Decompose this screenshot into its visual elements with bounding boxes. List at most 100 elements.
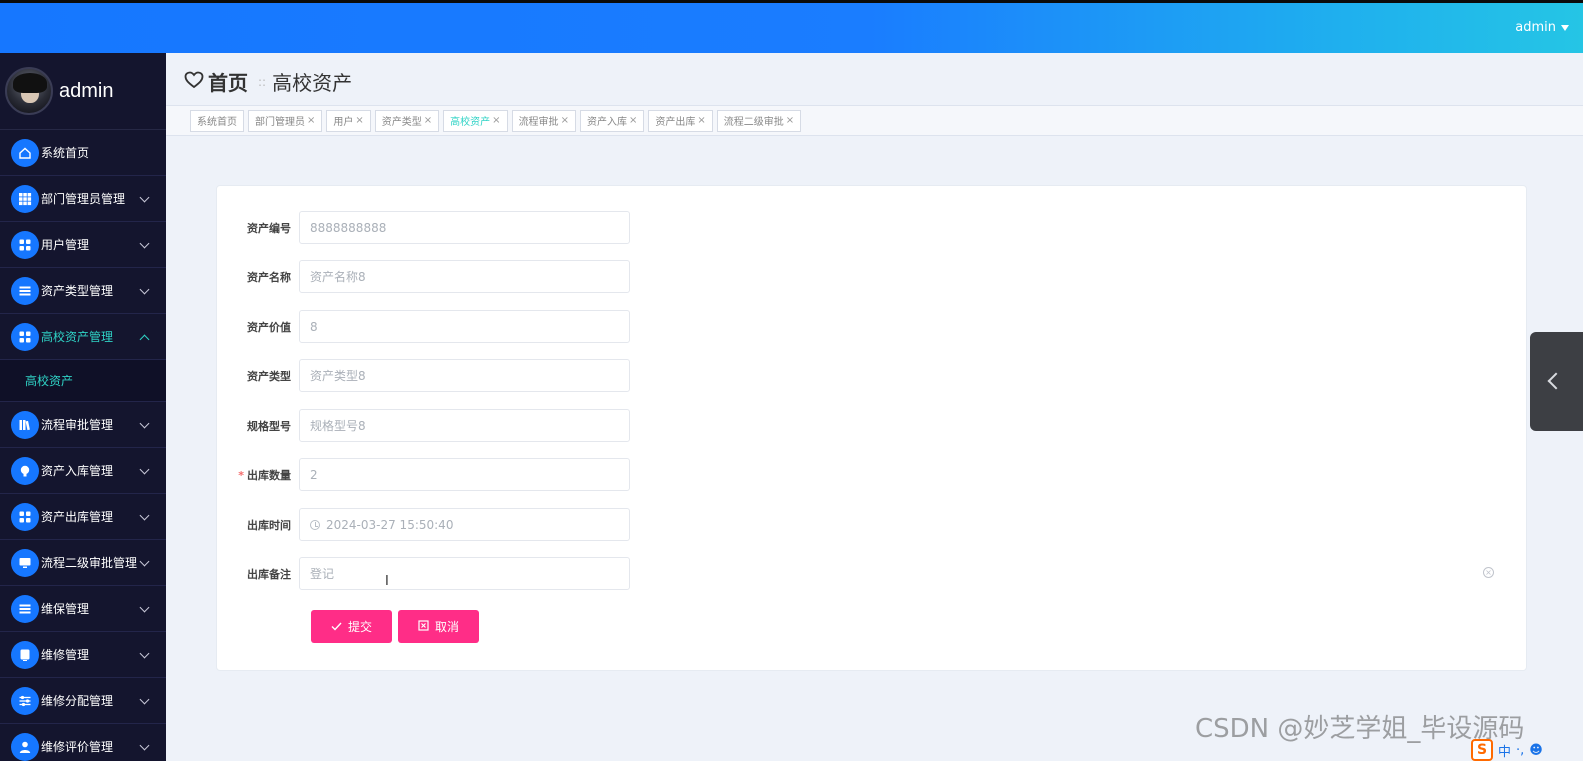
close-icon[interactable]: × bbox=[629, 115, 637, 126]
field-label: 出库时间 bbox=[247, 518, 291, 532]
sidebar-item-workflow-approval[interactable]: 流程审批管理 bbox=[0, 402, 166, 448]
avatar bbox=[5, 67, 53, 115]
sidebar-item-department-admin[interactable]: 部门管理员管理 bbox=[0, 176, 166, 222]
sidebar-item-asset-types[interactable]: 资产类型管理 bbox=[0, 268, 166, 314]
asset-name-field[interactable]: 资产名称8 bbox=[299, 260, 630, 293]
chevron-down-icon bbox=[139, 740, 150, 751]
tab-bar: 系统首页 部门管理员 × 用户 × 资产类型 × 高校资产 × 流程审批 × 资产入库 × … bbox=[166, 105, 1583, 136]
tab-department-admin[interactable]: 部门管理员 × bbox=[248, 109, 323, 132]
outbound-quantity-field[interactable]: 2 bbox=[299, 458, 630, 491]
asset-value-field[interactable]: 8 bbox=[299, 310, 630, 343]
form-row-spec-model: 规格型号 规格型号8 bbox=[217, 409, 630, 442]
caret-down-icon[interactable] bbox=[1561, 24, 1569, 31]
breadcrumb: 首页 :: 高校资产 bbox=[184, 67, 352, 96]
sidebar-item-maintenance[interactable]: 维保管理 bbox=[0, 586, 166, 632]
chevron-down-icon bbox=[139, 238, 150, 249]
submit-button[interactable]: 提交 bbox=[311, 610, 392, 643]
cancel-label: 取消 bbox=[434, 620, 459, 634]
sidebar-item-label: 维修管理 bbox=[41, 648, 90, 662]
user-name[interactable]: admin bbox=[1515, 20, 1556, 35]
form-row-asset-type: 资产类型 资产类型8 bbox=[217, 359, 630, 392]
close-icon[interactable]: × bbox=[697, 115, 705, 126]
tab-label: 流程二级审批 bbox=[723, 117, 784, 128]
chevron-down-icon bbox=[139, 602, 150, 613]
cancel-button[interactable]: 取消 bbox=[398, 610, 479, 643]
chevron-down-icon bbox=[139, 510, 150, 521]
close-icon[interactable]: × bbox=[355, 115, 363, 126]
sidebar-item-label: 部门管理员管理 bbox=[41, 192, 126, 206]
breadcrumb-home[interactable]: 首页 bbox=[208, 67, 248, 96]
asset-code-field[interactable]: 8888888888 bbox=[299, 211, 630, 244]
tab-workflow-approval[interactable]: 流程审批 × bbox=[511, 109, 576, 132]
sidebar-item-asset-outbound[interactable]: 资产出库管理 bbox=[0, 494, 166, 540]
tab-home[interactable]: 系统首页 bbox=[190, 109, 244, 132]
form-row-outbound-time: 出库时间 2024-03-27 15:50:40 bbox=[217, 508, 630, 541]
field-label: 资产编号 bbox=[247, 221, 291, 235]
asset-type-field[interactable]: 资产类型8 bbox=[299, 359, 630, 392]
heart-icon bbox=[184, 71, 204, 93]
close-icon[interactable]: × bbox=[492, 115, 500, 126]
bulb-icon bbox=[11, 456, 39, 485]
close-icon[interactable]: × bbox=[307, 115, 315, 126]
sidebar-item-repair[interactable]: 维修管理 bbox=[0, 632, 166, 678]
form-card: 资产编号 8888888888 资产名称 资产名称8 资产价值 8 资产类型 资… bbox=[216, 185, 1527, 671]
tab-secondary-approval[interactable]: 流程二级审批 × bbox=[716, 109, 802, 132]
breadcrumb-current: 高校资产 bbox=[272, 71, 353, 95]
sidebar-item-repair-assignment[interactable]: 维修分配管理 bbox=[0, 678, 166, 724]
ime-punct[interactable]: ·, bbox=[1516, 743, 1524, 758]
monitor-icon bbox=[11, 548, 39, 577]
tab-label: 资产类型 bbox=[381, 117, 422, 128]
clear-icon[interactable]: × bbox=[1483, 567, 1494, 578]
chevron-down-icon bbox=[139, 464, 150, 475]
chevron-down-icon bbox=[139, 556, 150, 567]
tab-asset-inbound[interactable]: 资产入库 × bbox=[579, 109, 645, 132]
sliders-icon bbox=[11, 686, 39, 715]
side-panel-toggle[interactable] bbox=[1530, 332, 1583, 431]
text-cursor-icon: I bbox=[385, 574, 389, 589]
field-label: 资产价值 bbox=[247, 320, 291, 334]
sidebar-item-label: 流程二级审批管理 bbox=[41, 556, 138, 570]
spec-model-field[interactable]: 规格型号8 bbox=[299, 409, 630, 442]
sidebar-item-label: 资产类型管理 bbox=[41, 284, 114, 298]
sidebar-item-users[interactable]: 用户管理 bbox=[0, 222, 166, 268]
field-label: 资产类型 bbox=[247, 369, 291, 383]
sidebar-item-label: 高校资产管理 bbox=[41, 330, 114, 344]
close-icon[interactable]: × bbox=[561, 115, 569, 126]
outbound-remark-field[interactable]: 登记 bbox=[299, 557, 630, 590]
close-icon[interactable]: × bbox=[424, 115, 432, 126]
tab-label: 资产出库 bbox=[655, 117, 696, 128]
ime-logo-icon[interactable]: S bbox=[1471, 739, 1493, 761]
sidebar-item-secondary-approval[interactable]: 流程二级审批管理 bbox=[0, 540, 166, 586]
close-icon[interactable]: × bbox=[786, 115, 794, 126]
sidebar-item-asset-inbound[interactable]: 资产入库管理 bbox=[0, 448, 166, 494]
user-icon bbox=[11, 732, 39, 761]
form-row-outbound-quantity: * 出库数量 2 bbox=[217, 458, 630, 491]
sidebar-item-home[interactable]: 系统首页 bbox=[0, 130, 166, 176]
tab-asset-types[interactable]: 资产类型 × bbox=[374, 109, 440, 132]
page-header: 首页 :: 高校资产 系统首页 部门管理员 × 用户 × 资产类型 × 高校资产 × 流… bbox=[166, 53, 1583, 136]
tab-label: 高校资产 bbox=[450, 117, 491, 128]
ime-emoji-icon[interactable]: ☻ bbox=[1529, 743, 1543, 758]
tab-label: 部门管理员 bbox=[255, 117, 305, 128]
chevron-down-icon bbox=[139, 192, 150, 203]
check-icon bbox=[331, 620, 342, 634]
field-label-text: 出库数量 bbox=[247, 468, 291, 482]
tab-asset-outbound[interactable]: 资产出库 × bbox=[648, 109, 713, 132]
ime-lang[interactable]: 中 bbox=[1498, 741, 1511, 760]
sidebar-item-campus-assets[interactable]: 高校资产管理 bbox=[0, 314, 166, 360]
sidebar-item-label: 维保管理 bbox=[41, 602, 90, 616]
sidebar-item-label: 维修分配管理 bbox=[41, 694, 114, 708]
sidebar-item-label: 资产出库管理 bbox=[41, 510, 114, 524]
tab-users[interactable]: 用户 × bbox=[326, 109, 371, 132]
user-menu[interactable]: admin bbox=[1515, 20, 1569, 35]
field-label: 规格型号 bbox=[247, 419, 291, 433]
home-icon bbox=[11, 138, 39, 167]
sidebar-subitem-campus-assets[interactable]: 高校资产 bbox=[0, 360, 166, 402]
outbound-time-field[interactable]: 2024-03-27 15:50:40 bbox=[299, 508, 630, 541]
tablet-icon bbox=[11, 640, 39, 669]
list-icon bbox=[11, 276, 39, 305]
tab-campus-assets[interactable]: 高校资产 × bbox=[443, 109, 508, 132]
apps-icon bbox=[11, 322, 39, 351]
ime-toolbar[interactable]: S 中 ·, ☻ bbox=[1471, 739, 1583, 761]
sidebar-item-repair-review[interactable]: 维修评价管理 bbox=[0, 724, 166, 761]
